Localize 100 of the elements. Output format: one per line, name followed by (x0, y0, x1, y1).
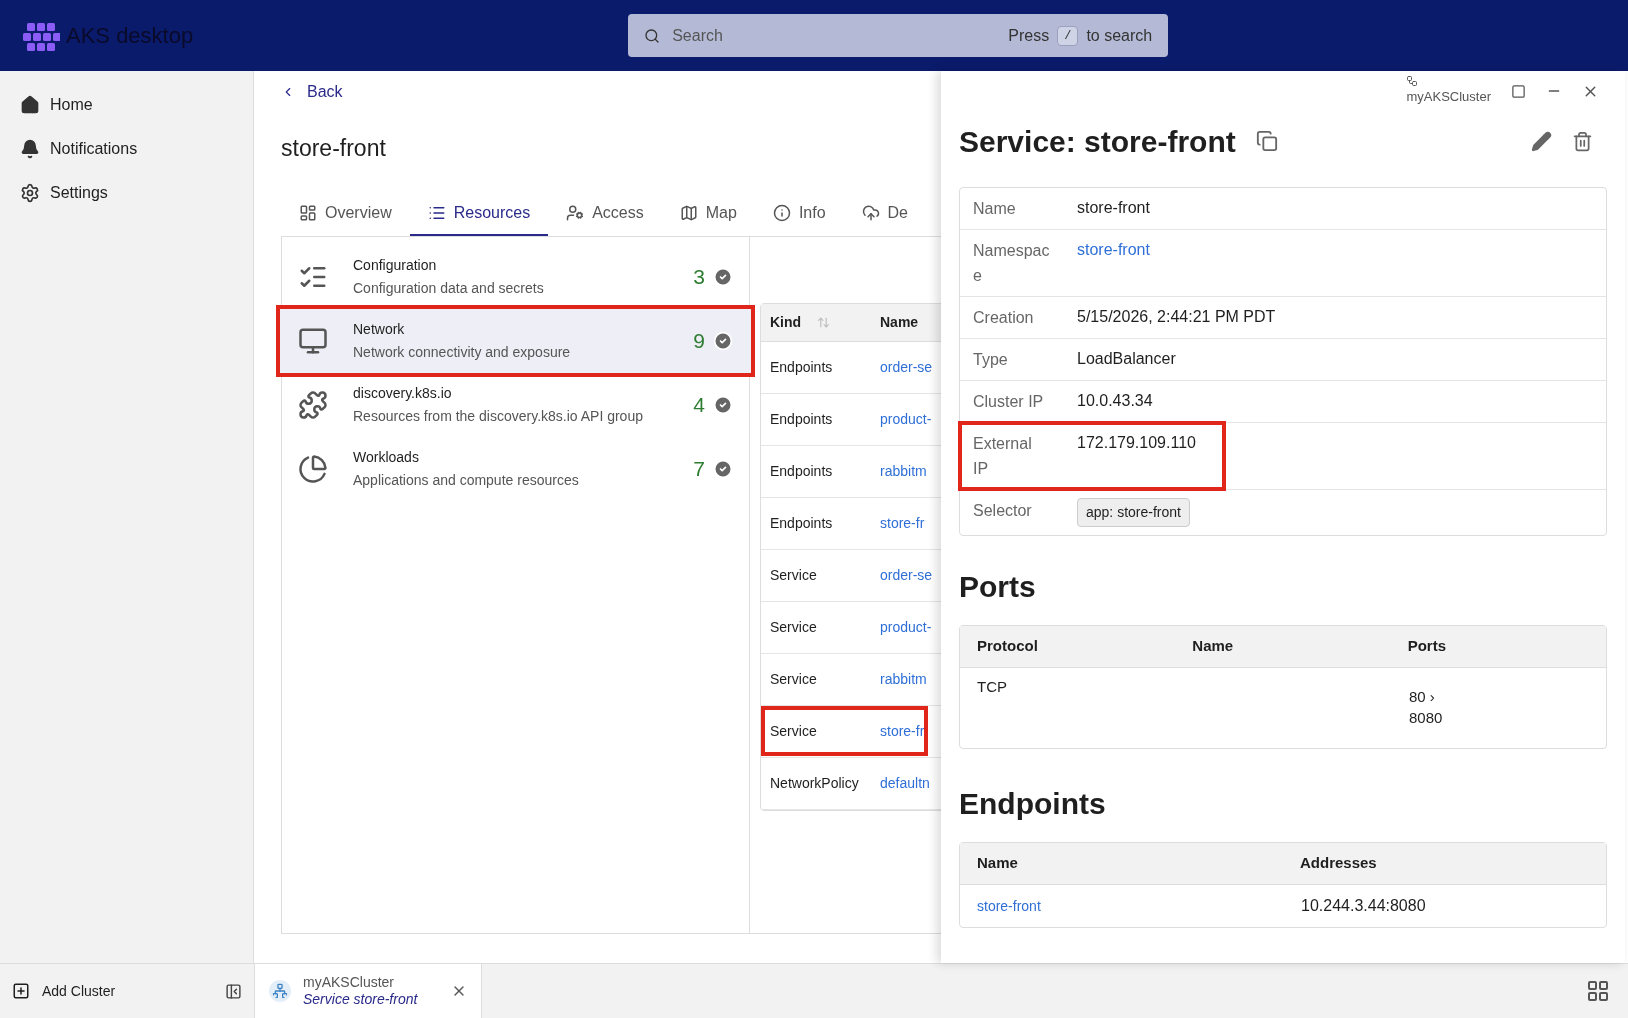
count: 9 (693, 327, 705, 354)
field-value: 172.179.109.110 (1077, 433, 1196, 453)
sidebar-item[interactable]: Settings (0, 171, 253, 215)
column-header: Name (976, 853, 1019, 874)
search-hint: to search (1086, 25, 1153, 46)
cluster-icon (1406, 75, 1419, 88)
column-header: Addresses (1299, 853, 1378, 874)
table-cell-text: Endpoints (769, 357, 834, 377)
field-label: Cluster IP (973, 392, 1045, 412)
field-value: 10.0.43.34 (1077, 391, 1153, 411)
restore-icon[interactable] (1511, 83, 1526, 99)
column-header[interactable]: Kind (761, 311, 876, 333)
map-icon (679, 203, 698, 222)
search-input[interactable]: Search (672, 23, 1009, 48)
category-item[interactable]: Configuration Configuration data and secrets 3 (280, 244, 751, 309)
resource-link[interactable]: store-fr (876, 720, 929, 742)
table-cell-text: Service (769, 565, 818, 585)
table-cell-text: NetworkPolicy (769, 773, 860, 793)
table-cell-text: Endpoints (769, 461, 834, 481)
category-item[interactable]: discovery.k8s.io Resources from the discovery.k8s.io API group 4 (280, 372, 751, 437)
selector-chip: app: store-front (1077, 498, 1190, 527)
column-header: Protocol (976, 636, 1039, 657)
endpoint-link[interactable]: store-front (960, 895, 1284, 917)
check-icon (713, 458, 733, 479)
check-icon (713, 330, 733, 351)
pie-icon (298, 453, 328, 484)
puzzle-icon (298, 389, 328, 420)
bottom-tab[interactable]: myAKSCluster Service store-front (254, 964, 482, 1018)
resource-link[interactable]: order-se (876, 564, 937, 586)
category-title: Configuration (353, 255, 438, 275)
count: 7 (693, 455, 705, 482)
field-label: External IP (973, 434, 1033, 479)
category-subtitle: Network connectivity and exposure (353, 342, 572, 362)
column-header: Name (1191, 636, 1235, 657)
tab[interactable]: Resources (409, 191, 549, 236)
resource-link[interactable]: rabbitm (876, 668, 931, 690)
table-cell-text: Service (769, 721, 818, 741)
resource-link[interactable]: defaultn (876, 772, 934, 794)
search-icon (644, 27, 661, 44)
bell-icon (20, 139, 40, 159)
category-subtitle: Configuration data and secrets (353, 278, 545, 298)
field-value: LoadBalancer (1077, 349, 1176, 369)
field-label: Type (973, 350, 1009, 370)
tab[interactable]: Overview (281, 191, 410, 236)
field-label: Namespace (973, 241, 1051, 286)
edit-icon[interactable] (1531, 130, 1552, 152)
cluster-name: myAKSCluster (1406, 88, 1491, 107)
table-cell-text: Endpoints (769, 513, 834, 533)
collapse-icon[interactable] (225, 982, 242, 1000)
category-title: Network (353, 319, 406, 339)
panel-title: Service: store-front (959, 123, 1236, 160)
search-field[interactable]: Search Press / to search (628, 14, 1169, 57)
resource-link[interactable]: store-fr (876, 512, 929, 534)
table-cell-text: TCP (976, 677, 1008, 697)
table-cell-text: Endpoints (769, 409, 834, 429)
sidebar-item[interactable]: Notifications (0, 127, 253, 171)
field-label: Name (973, 199, 1017, 219)
section-heading: Ports (959, 569, 1037, 605)
plus-icon (12, 982, 30, 1000)
table-cell-text: Service (769, 617, 818, 637)
section-heading: Endpoints (959, 786, 1107, 822)
resource-link[interactable]: order-se (876, 356, 937, 378)
category-item[interactable]: Workloads Applications and compute resources 7 (280, 436, 751, 501)
field-label: Selector (973, 501, 1033, 521)
tab-label: Service store-front (303, 991, 419, 1009)
category-title: Workloads (353, 447, 420, 467)
tab[interactable]: Access (548, 191, 662, 236)
tab-cluster: myAKSCluster (303, 973, 396, 991)
grid-icon[interactable] (1586, 979, 1610, 1003)
cluster-icon (269, 980, 291, 1002)
check-icon (713, 394, 733, 415)
field-value: 5/15/2026, 2:44:21 PM PDT (1077, 307, 1276, 327)
tab[interactable]: Map (661, 191, 755, 236)
gear-icon (20, 183, 40, 203)
page-title: store-front (281, 134, 387, 163)
shortcut-key: / (1057, 25, 1079, 46)
column-header: Ports (1406, 636, 1447, 657)
category-subtitle: Applications and compute resources (353, 470, 580, 490)
tab[interactable]: Info (754, 191, 844, 236)
namespace-link[interactable]: store-front (1077, 238, 1150, 288)
field-label: Creation (973, 308, 1035, 328)
info-icon (772, 203, 791, 222)
count: 3 (693, 263, 705, 290)
home-icon (20, 95, 40, 115)
category-subtitle: Resources from the discovery.k8s.io API group (353, 406, 644, 426)
resource-link[interactable]: rabbitm (876, 460, 931, 482)
resource-link[interactable]: product- (876, 616, 936, 638)
resource-link[interactable]: product- (876, 408, 936, 430)
add-cluster-button[interactable]: Add Cluster (12, 980, 116, 1002)
back-link[interactable]: Back (281, 79, 343, 105)
field-value: store-front (1077, 198, 1150, 218)
table-cell-text: 10.244.3.44:8080 (1300, 896, 1426, 916)
sidebar-item[interactable]: Home (0, 83, 253, 127)
app-title: AKS desktop (66, 22, 194, 50)
tab[interactable]: De (843, 191, 926, 236)
access-icon (566, 203, 585, 222)
check-icon (713, 266, 733, 287)
delete-icon[interactable] (1572, 130, 1593, 152)
copy-icon[interactable] (1255, 130, 1278, 152)
column-header[interactable]: Name (876, 311, 919, 333)
